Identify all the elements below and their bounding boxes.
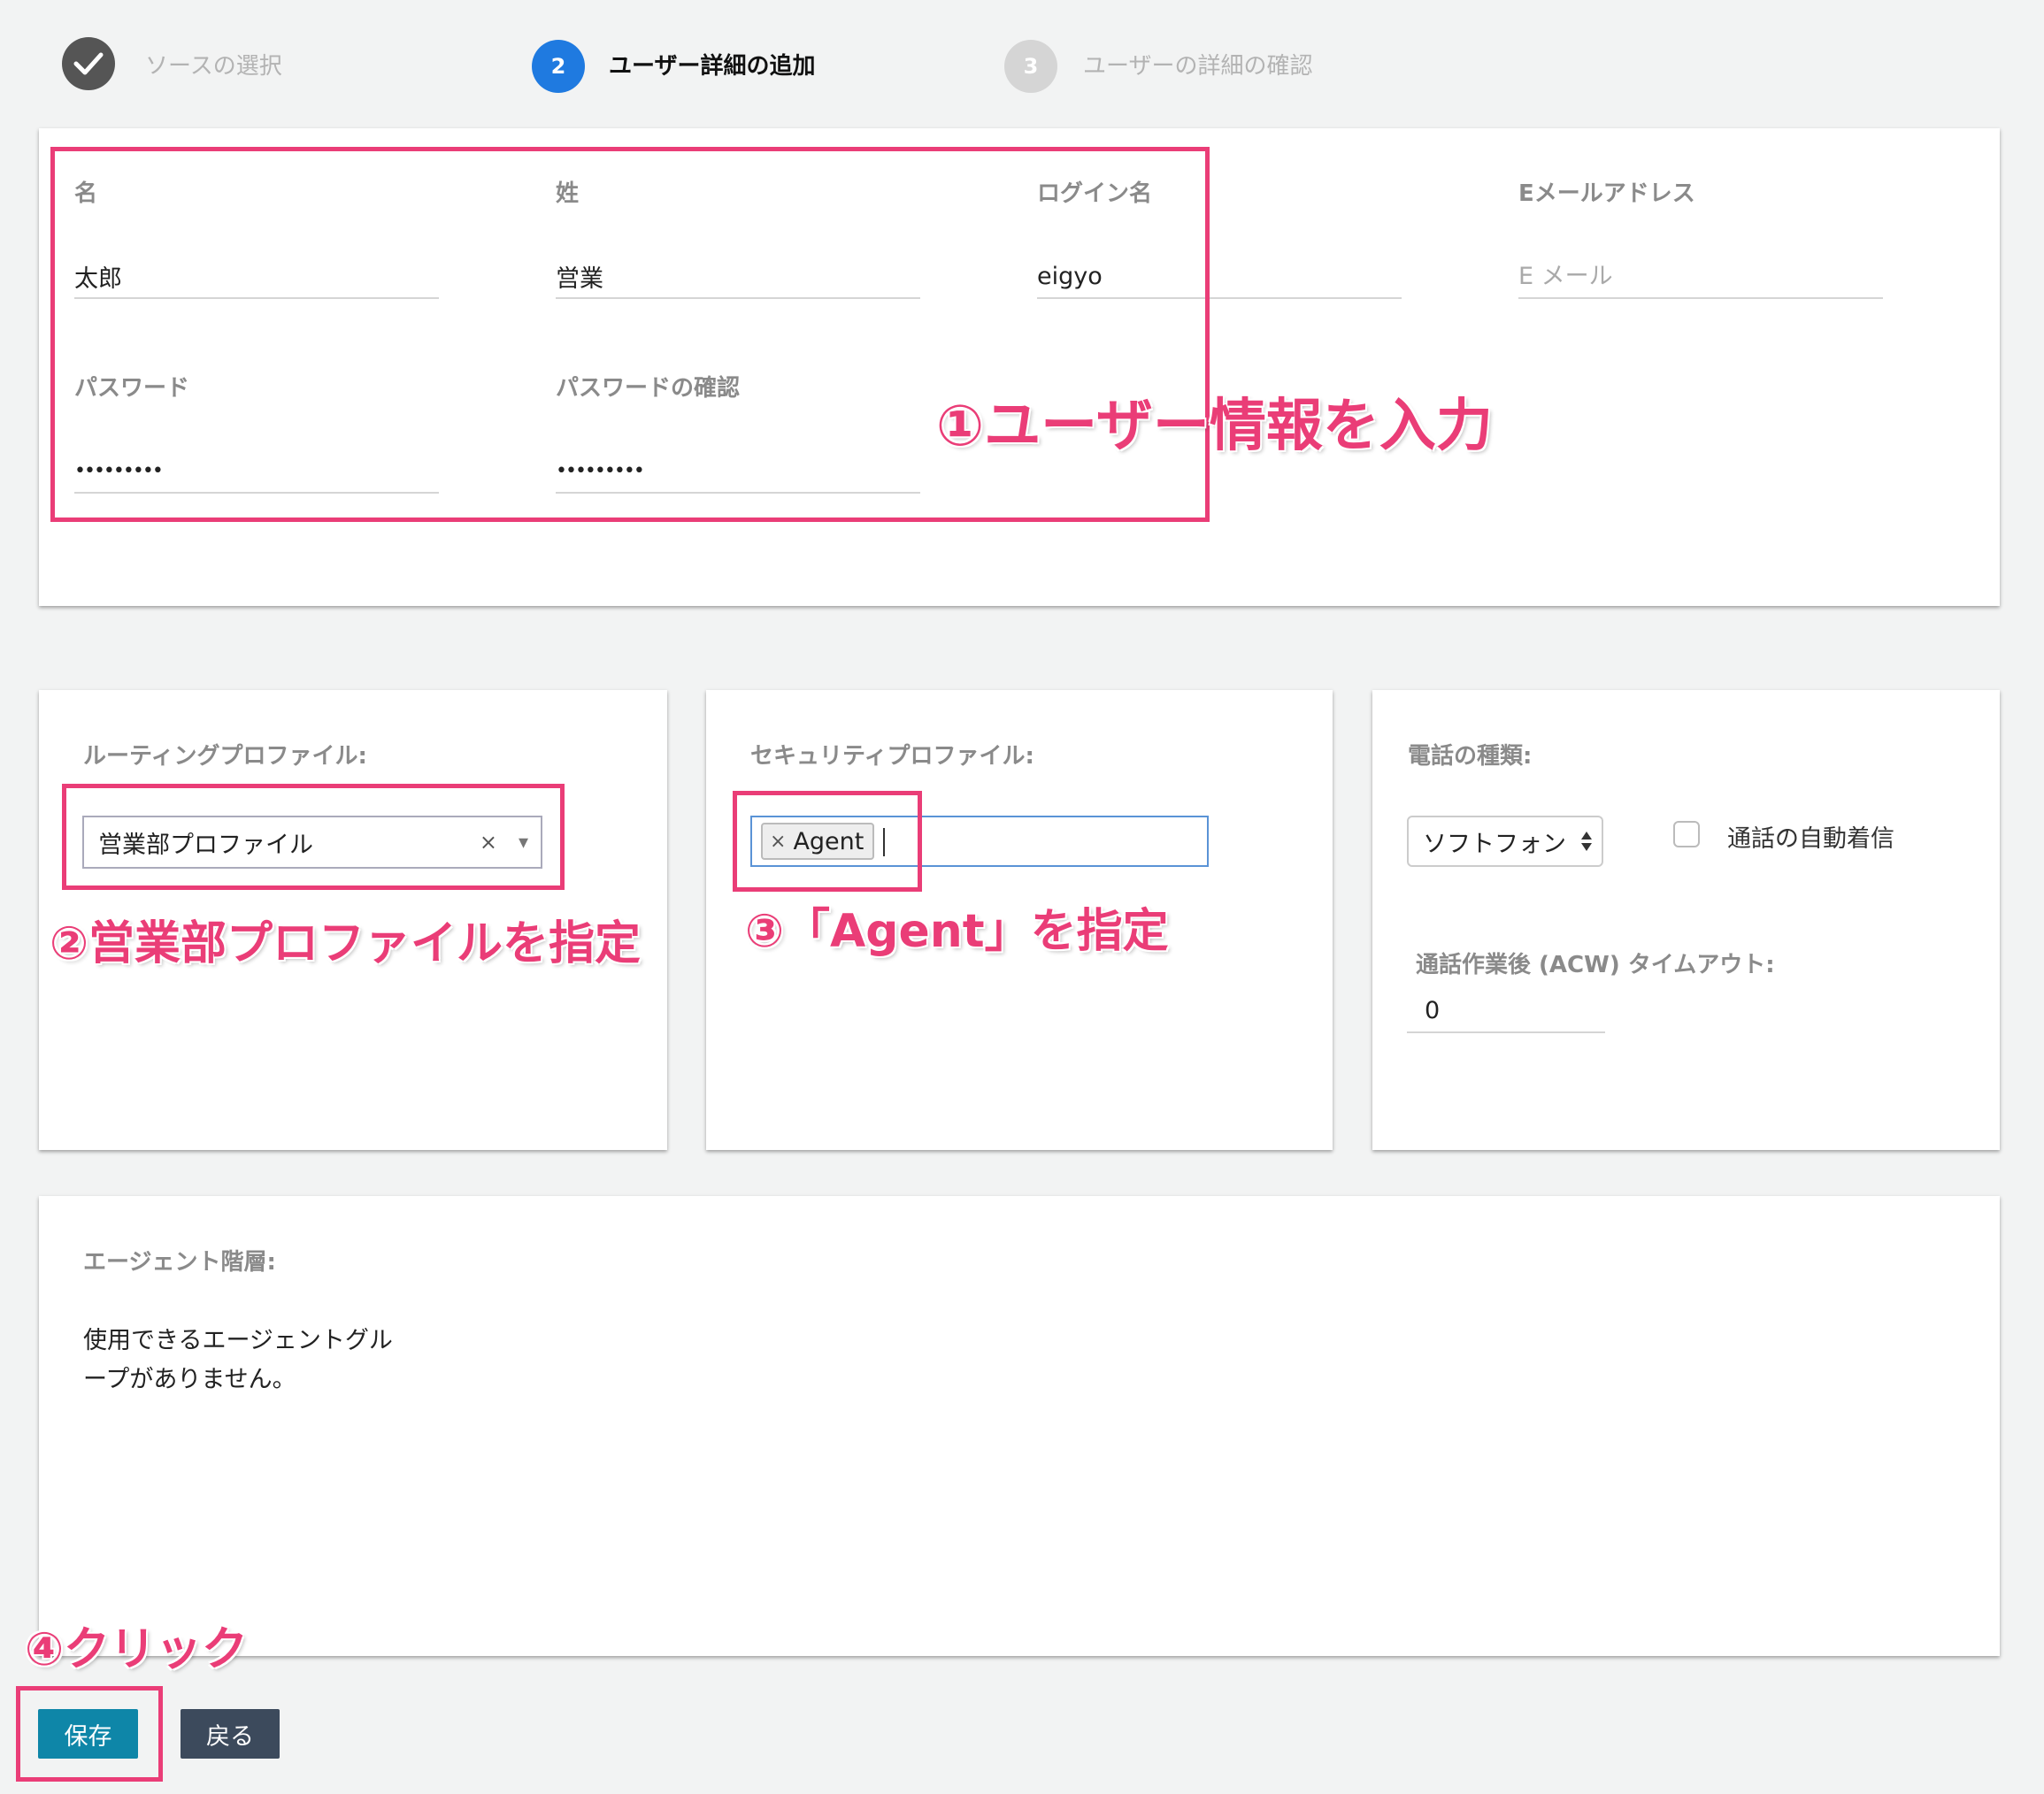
step-2-label: ユーザー詳細の追加 xyxy=(609,53,816,80)
acw-timeout-label: 通話作業後 (ACW) タイムアウト: xyxy=(1416,952,1775,978)
phone-type-label: 電話の種類: xyxy=(1408,743,1533,770)
annotation-box-routing xyxy=(62,784,565,890)
save-button[interactable]: 保存 xyxy=(38,1709,138,1759)
annotation-click: ④クリック xyxy=(25,1623,249,1676)
auto-accept-label: 通話の自動着信 xyxy=(1727,825,1894,853)
agent-hierarchy-label: エージェント階層: xyxy=(83,1249,276,1276)
updown-arrow-icon xyxy=(1581,832,1592,851)
annotation-security: ③「Agent」を指定 xyxy=(745,905,1169,958)
security-profile-label: セキュリティプロファイル: xyxy=(750,743,1034,770)
back-button[interactable]: 戻る xyxy=(181,1709,280,1759)
annotation-user-info: ①ユーザー情報を入力 xyxy=(936,394,1493,459)
phone-type-value: ソフトフォン xyxy=(1423,830,1566,858)
step-3-label: ユーザーの詳細の確認 xyxy=(1083,53,1313,80)
step-complete-check-icon xyxy=(62,37,115,90)
agent-hierarchy-empty-line-1: 使用できるエージェントグル xyxy=(83,1327,393,1354)
email-label: Eメールアドレス xyxy=(1518,180,1695,207)
annotation-box-security xyxy=(733,791,922,892)
annotation-box-user-info xyxy=(50,147,1210,522)
step-1-label[interactable]: ソースの選択 xyxy=(145,48,282,80)
agent-hierarchy-empty-text: 使用できるエージェントグル ープがありません。 xyxy=(83,1322,393,1399)
auto-accept-checkbox[interactable] xyxy=(1673,821,1700,847)
annotation-routing: ②営業部プロファイルを指定 xyxy=(50,917,642,970)
agent-hierarchy-empty-line-2: ープがありません。 xyxy=(83,1366,296,1393)
routing-profile-label: ルーティングプロファイル: xyxy=(83,743,367,770)
step-2-number: 2 xyxy=(532,40,585,93)
agent-hierarchy-panel xyxy=(39,1196,2000,1656)
email-input[interactable] xyxy=(1518,255,1883,299)
step-3-number: 3 xyxy=(1004,40,1057,93)
phone-type-select[interactable]: ソフトフォン xyxy=(1407,816,1603,867)
acw-timeout-input[interactable] xyxy=(1407,989,1605,1033)
